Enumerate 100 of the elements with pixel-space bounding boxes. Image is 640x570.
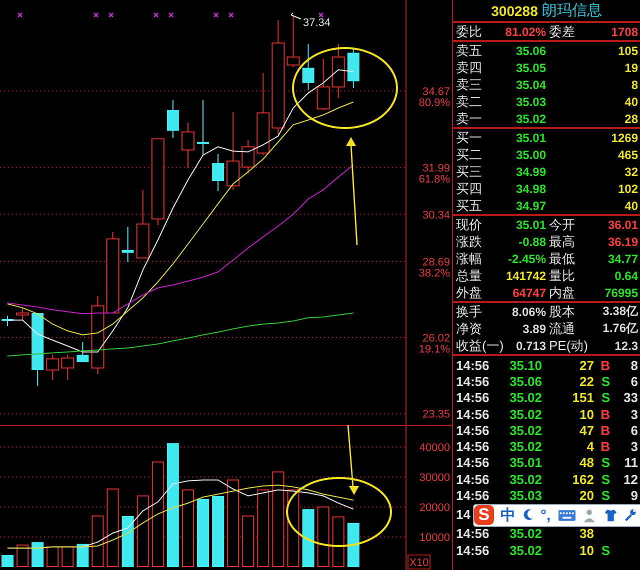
trade-time: 14:56: [456, 406, 490, 422]
cross-marker: [214, 12, 218, 18]
order-price: 35.00: [516, 148, 546, 162]
trade-volume: 10: [580, 542, 594, 558]
trade-time: 14:56: [456, 374, 490, 389]
percent-axis-label: 19.1%: [418, 344, 450, 356]
candlestick: [181, 122, 194, 168]
field-value: 3.38亿: [602, 303, 638, 320]
order-price: 35.05: [516, 60, 546, 74]
order-volume: 28: [624, 112, 638, 126]
trade-time: 14:56: [456, 439, 490, 454]
trade-volume: 27: [580, 358, 594, 373]
order-volume: 40: [624, 198, 638, 212]
trade-time: 14:56: [456, 488, 490, 504]
order-volume: 32: [624, 164, 638, 178]
shirt-icon[interactable]: [604, 508, 618, 522]
field-label: 最高: [549, 234, 575, 250]
candlestick: [61, 354, 74, 380]
field-value: 36.01: [608, 218, 638, 232]
price-axis-label: 26.02: [422, 332, 450, 344]
field-label: 委比: [456, 24, 482, 40]
field-label: 收益(一): [456, 338, 504, 354]
candlestick: [122, 226, 134, 262]
input-method-logo[interactable]: S: [474, 505, 494, 526]
trade-count: 12: [624, 472, 638, 487]
field-value: -0.88: [518, 234, 546, 248]
order-price: 35.03: [516, 94, 546, 108]
field-value: 64747: [512, 286, 546, 300]
field-label: 现价: [456, 216, 482, 232]
cross-marker: [318, 12, 324, 18]
trade-time: 14:56: [456, 472, 490, 487]
trade-volume: 22: [580, 374, 594, 389]
order-volume: 8: [631, 78, 638, 92]
field-label: 流通: [549, 320, 575, 336]
order-level-label: 卖五: [456, 42, 482, 58]
field-value: 0.64: [614, 268, 638, 282]
percent-axis-label: 80.9%: [418, 96, 450, 109]
field-value: 141742: [506, 268, 546, 282]
price-axis-label: 23.35: [422, 408, 450, 421]
price-axis-label: 34.67: [422, 86, 450, 98]
trade-time: 14:56: [456, 390, 490, 406]
trade-side: S: [601, 374, 610, 389]
candlestick: [332, 43, 345, 99]
trade-count: 9: [630, 488, 638, 504]
candlestick: [2, 315, 14, 327]
field-value: 35.01: [516, 218, 546, 232]
candlestick: [16, 307, 30, 321]
trade-time: 14:56: [456, 542, 490, 558]
order-volume: 465: [618, 148, 638, 162]
field-value: 1708: [611, 24, 638, 38]
volume-axis-label: 10000: [419, 532, 450, 544]
order-price: 34.97: [516, 198, 546, 212]
price-axis-label: 31.99: [422, 162, 450, 174]
stock-code: 300288: [491, 2, 538, 18]
price-axis-label: 30.34: [422, 209, 450, 222]
language-mode-toggle[interactable]: 中: [500, 506, 516, 525]
cross-marker: [108, 12, 114, 18]
trade-volume: 47: [580, 422, 594, 438]
order-level-label: 买三: [456, 164, 482, 180]
keyboard-icon[interactable]: [558, 508, 576, 522]
order-volume: 19: [624, 60, 638, 74]
candlestick: [136, 189, 150, 258]
percent-axis-label: 38.2%: [418, 267, 450, 280]
trade-price: 35.02: [509, 390, 542, 406]
order-level-label: 卖三: [456, 76, 482, 92]
field-label: 涨跌: [456, 234, 482, 250]
volume-axis-label: 30000: [419, 472, 450, 484]
leader-line: [290, 12, 302, 20]
high-price-label: 37.34: [303, 17, 331, 29]
trade-side: S: [601, 390, 610, 406]
trade-count: 11: [624, 455, 638, 470]
candlestick: [166, 100, 179, 138]
field-label: 总量: [456, 268, 482, 284]
scale-label: X10: [408, 554, 430, 570]
field-label: 委差: [549, 24, 575, 40]
field-value: 3.89: [522, 322, 546, 336]
field-value: 36.19: [608, 234, 638, 248]
field-label: 量比: [549, 268, 575, 284]
field-label: 涨幅: [456, 250, 482, 266]
volume-axis-label: 20000: [419, 502, 450, 514]
trade-count: 8: [630, 358, 638, 373]
field-label: 最低: [549, 250, 575, 266]
punctuation-toggle[interactable]: °,: [540, 506, 551, 524]
field-label: 净资: [456, 320, 482, 336]
trade-count: 3: [630, 439, 638, 454]
candlestick: [242, 139, 255, 174]
field-value: 12.3: [614, 338, 638, 352]
order-price: 35.01: [516, 130, 546, 144]
order-volume: 40: [624, 94, 638, 108]
field-value: -2.45%: [508, 252, 546, 266]
candlestick: [46, 354, 60, 380]
moon-icon[interactable]: [522, 508, 534, 522]
field-value: 8.06%: [512, 304, 546, 318]
field-value: 34.77: [608, 252, 638, 266]
trade-side: S: [601, 542, 610, 558]
wrench-icon[interactable]: [624, 508, 637, 522]
order-price: 35.04: [516, 78, 546, 92]
order-price: 34.99: [516, 164, 546, 178]
trade-price: 35.03: [509, 488, 542, 504]
order-level-label: 卖一: [456, 110, 482, 126]
